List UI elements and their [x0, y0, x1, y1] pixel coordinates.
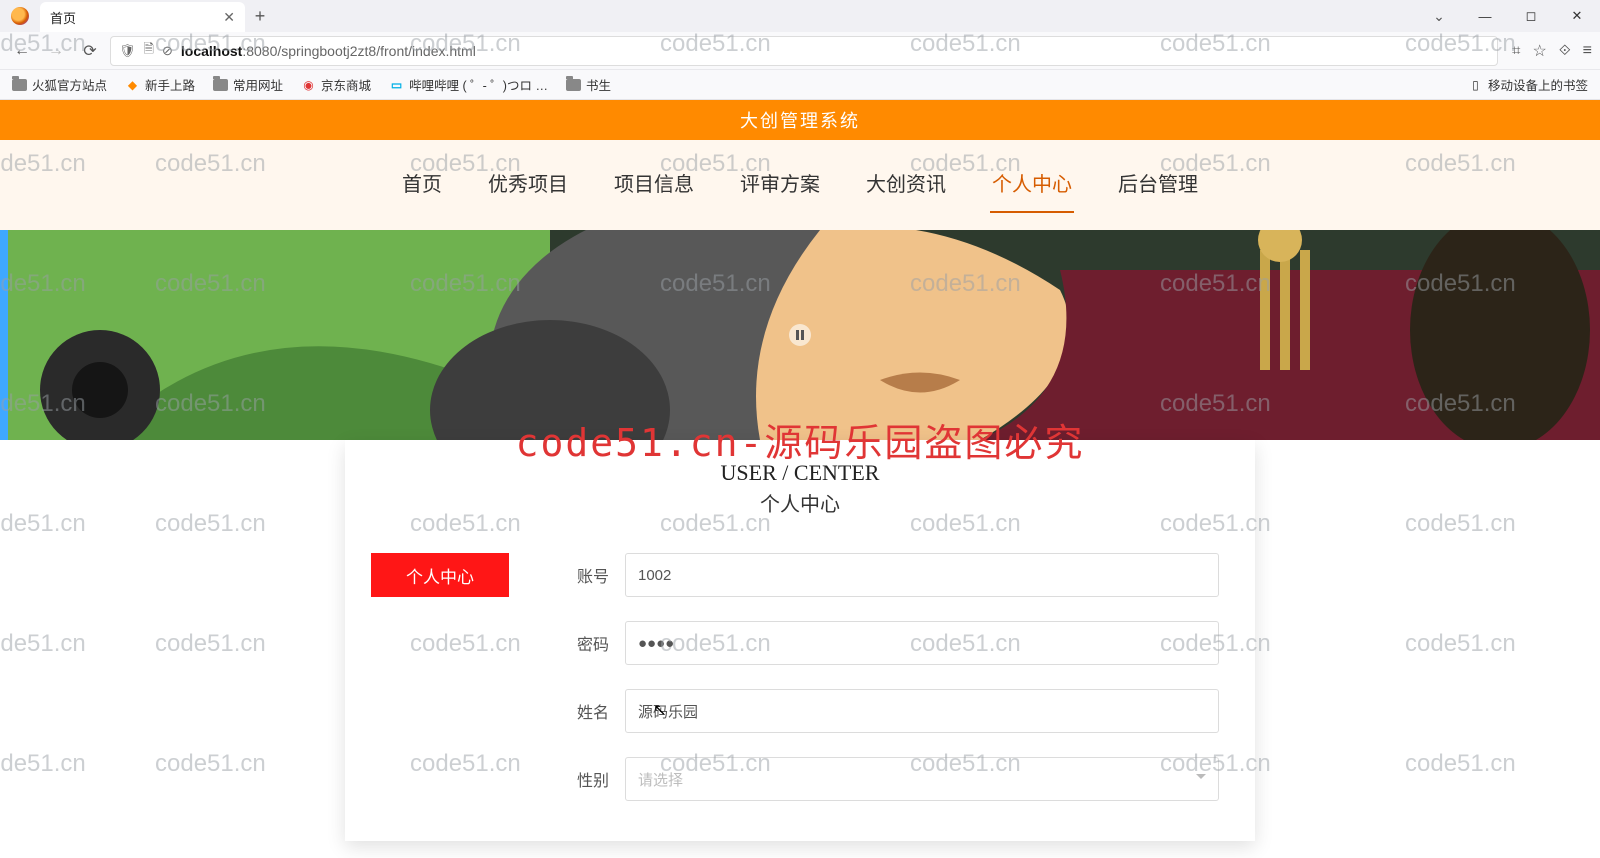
close-tab-icon[interactable]: ✕ — [223, 9, 235, 26]
carousel-pause-icon[interactable] — [789, 324, 811, 346]
reload-button[interactable]: ⟳ — [76, 37, 104, 65]
browser-toolbar: ← → ⟳ 🛡 🗎 ⊘ localhost:8080/springbootj2z… — [0, 32, 1600, 70]
label-gender: 性别 — [569, 767, 609, 791]
card-title-cn: 个人中心 — [345, 488, 1255, 517]
nav-project-info[interactable]: 项目信息 — [612, 162, 696, 209]
bookmark-item[interactable]: ◆新手上路 — [125, 75, 195, 94]
label-account: 账号 — [569, 563, 609, 587]
input-name[interactable]: 源码乐园 — [625, 689, 1219, 733]
bookmark-item[interactable]: ▭哔哩哔哩 ( ゜- ゜)つロ … — [389, 75, 548, 94]
permission-icon[interactable]: ⊘ — [162, 43, 173, 59]
url-bar[interactable]: 🛡 🗎 ⊘ localhost:8080/springbootj2zt8/fro… — [110, 36, 1498, 66]
window-close-button[interactable]: ✕ — [1554, 0, 1600, 32]
nav-home[interactable]: 首页 — [400, 162, 444, 209]
nav-news[interactable]: 大创资讯 — [864, 162, 948, 209]
nav-user-center[interactable]: 个人中心 — [990, 162, 1074, 209]
window-minimize-button[interactable]: — — [1462, 0, 1508, 32]
page-content: 大创管理系统 首页 优秀项目 项目信息 评审方案 大创资讯 个人中心 后台管理 — [0, 100, 1600, 841]
bookmark-item[interactable]: ◉京东商城 — [301, 75, 371, 94]
input-account[interactable]: 1002 — [625, 553, 1219, 597]
page-info-icon[interactable]: 🗎 — [144, 40, 154, 62]
row-password: 密码 ●●●● — [569, 621, 1219, 665]
nav-review[interactable]: 评审方案 — [738, 162, 822, 209]
firefox-icon — [0, 0, 40, 32]
label-password: 密码 — [569, 631, 609, 655]
nav-admin[interactable]: 后台管理 — [1116, 162, 1200, 209]
app-menu-icon[interactable]: ≡ — [1583, 42, 1592, 60]
system-title: 大创管理系统 — [740, 107, 860, 133]
window-maximize-button[interactable]: ◻ — [1508, 0, 1554, 32]
input-password[interactable]: ●●●● — [625, 621, 1219, 665]
bookmark-item[interactable]: 书生 — [566, 75, 611, 94]
card-title-en: USER / CENTER — [345, 460, 1255, 486]
back-button[interactable]: ← — [8, 37, 36, 65]
qr-icon[interactable]: ⌗ — [1512, 42, 1520, 59]
shield-icon[interactable]: 🛡 — [119, 43, 136, 59]
forward-button[interactable]: → — [42, 37, 70, 65]
row-gender: 性别 请选择 — [569, 757, 1219, 801]
bookmark-star-icon[interactable]: ☆ — [1532, 41, 1546, 61]
profile-form: 账号 1002 密码 ●●●● 姓名 源码乐园 性别 请选择 — [569, 553, 1229, 801]
new-tab-button[interactable]: + — [245, 0, 275, 32]
system-header: 大创管理系统 — [0, 100, 1600, 140]
side-tabs: 个人中心 — [371, 553, 509, 801]
chevron-down-icon — [1196, 774, 1206, 784]
url-text: localhost:8080/springbootj2zt8/front/ind… — [181, 43, 476, 59]
hero-banner — [0, 230, 1600, 440]
nav-projects[interactable]: 优秀项目 — [486, 162, 570, 209]
select-gender[interactable]: 请选择 — [625, 757, 1219, 801]
side-tab-profile[interactable]: 个人中心 — [371, 553, 509, 597]
user-center-card: USER / CENTER 个人中心 个人中心 账号 1002 密码 ●●●● … — [345, 440, 1255, 841]
browser-titlebar: 首页 ✕ + ⌄ — ◻ ✕ — [0, 0, 1600, 32]
bookmark-item[interactable]: 火狐官方站点 — [12, 75, 107, 94]
bookmark-bar: 火狐官方站点 ◆新手上路 常用网址 ◉京东商城 ▭哔哩哔哩 ( ゜- ゜)つロ … — [0, 70, 1600, 100]
card-heading: USER / CENTER 个人中心 — [345, 460, 1255, 517]
row-name: 姓名 源码乐园 — [569, 689, 1219, 733]
extensions-icon[interactable]: ⟐ — [1559, 42, 1571, 59]
main-nav: 首页 优秀项目 项目信息 评审方案 大创资讯 个人中心 后台管理 — [0, 140, 1600, 230]
select-gender-placeholder: 请选择 — [638, 769, 683, 790]
tab-dropdown-icon[interactable]: ⌄ — [1416, 0, 1462, 32]
browser-tab[interactable]: 首页 ✕ — [40, 2, 245, 32]
label-name: 姓名 — [569, 699, 609, 723]
bookmark-mobile[interactable]: ▯移动设备上的书签 — [1468, 75, 1588, 94]
row-account: 账号 1002 — [569, 553, 1219, 597]
bookmark-item[interactable]: 常用网址 — [213, 75, 283, 94]
tab-title: 首页 — [50, 8, 76, 27]
